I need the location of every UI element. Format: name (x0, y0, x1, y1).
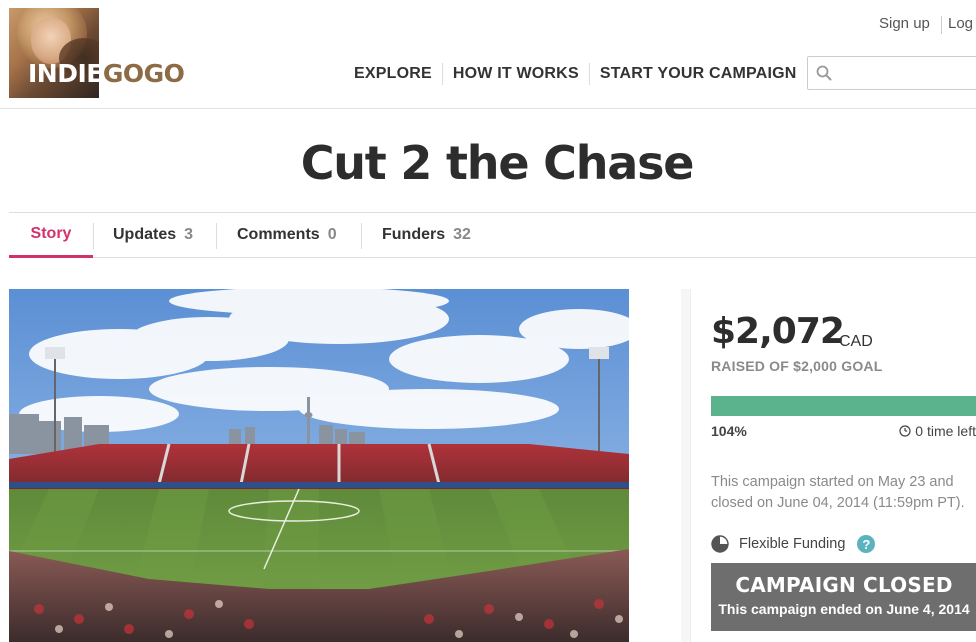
campaign-closed-banner: CAMPAIGN CLOSED This campaign ended on J… (711, 563, 976, 631)
account-links-divider (941, 16, 942, 34)
tab-comments-label: Comments (237, 226, 320, 243)
tab-divider (216, 223, 217, 249)
logo-indie: INDIE (28, 59, 103, 88)
tab-updates-count: 3 (184, 226, 194, 243)
campaign-tabs: Story Updates 3 Comments 0 Funders 32 (9, 212, 976, 258)
nav-how-it-works[interactable]: HOW IT WORKS (443, 65, 589, 83)
tab-funders-label: Funders (382, 226, 446, 243)
tab-funders-count: 32 (453, 226, 471, 243)
logo-wordmark[interactable]: INDIEGOGO (28, 59, 185, 88)
help-icon[interactable]: ? (857, 535, 876, 553)
search-box[interactable] (807, 56, 976, 90)
funding-panel: $2,072 CAD RAISED OF $2,000 GOAL 104% 0 … (681, 289, 976, 642)
pie-half-icon (711, 535, 729, 553)
funding-type: Flexible Funding ? (711, 533, 876, 555)
campaign-closed-title: CAMPAIGN CLOSED (735, 573, 953, 597)
raised-of-goal: RAISED OF $2,000 GOAL (711, 358, 883, 374)
tab-comments[interactable]: Comments 0 (237, 213, 337, 257)
stadium-photo (9, 289, 629, 642)
search-icon[interactable] (816, 65, 832, 81)
site-header: INDIEGOGO Sign up Log EXPLORE HOW IT WOR… (0, 0, 976, 109)
tab-story[interactable]: Story (9, 213, 93, 258)
clock-icon (899, 425, 911, 437)
logo-gogo: GOGO (102, 59, 185, 88)
nav-explore[interactable]: EXPLORE (344, 65, 442, 83)
currency-code: CAD (839, 333, 873, 350)
signup-link[interactable]: Sign up (879, 15, 930, 32)
campaign-hero-image[interactable] (9, 289, 629, 642)
tab-updates[interactable]: Updates 3 (113, 213, 193, 257)
flexible-funding-label: Flexible Funding (739, 536, 846, 552)
funding-card: $2,072 CAD RAISED OF $2,000 GOAL 104% 0 … (690, 289, 976, 642)
tab-updates-label: Updates (113, 226, 177, 243)
login-link[interactable]: Log (948, 15, 973, 32)
nav-start-campaign[interactable]: START YOUR CAMPAIGN (590, 65, 807, 83)
main-nav: EXPLORE HOW IT WORKS START YOUR CAMPAIGN (344, 63, 807, 85)
tab-divider (361, 223, 362, 249)
funding-progress-fill (711, 396, 976, 416)
search-input[interactable] (840, 61, 970, 85)
tab-funders[interactable]: Funders 32 (382, 213, 471, 257)
funded-percent: 104% (711, 423, 747, 439)
time-left-text: 0 time left (915, 423, 976, 439)
campaign-closed-subtitle: This campaign ended on June 4, 2014 (718, 601, 970, 617)
tab-story-label: Story (30, 225, 72, 242)
campaign-title: Cut 2 the Chase (300, 136, 695, 190)
amount-raised: $2,072 (711, 311, 845, 352)
campaign-dates: This campaign started on May 23 and clos… (711, 474, 965, 511)
tab-comments-count: 0 (327, 226, 337, 243)
funding-progress-bar (711, 396, 976, 416)
tab-divider (93, 223, 94, 249)
time-left: 0 time left (899, 423, 976, 439)
